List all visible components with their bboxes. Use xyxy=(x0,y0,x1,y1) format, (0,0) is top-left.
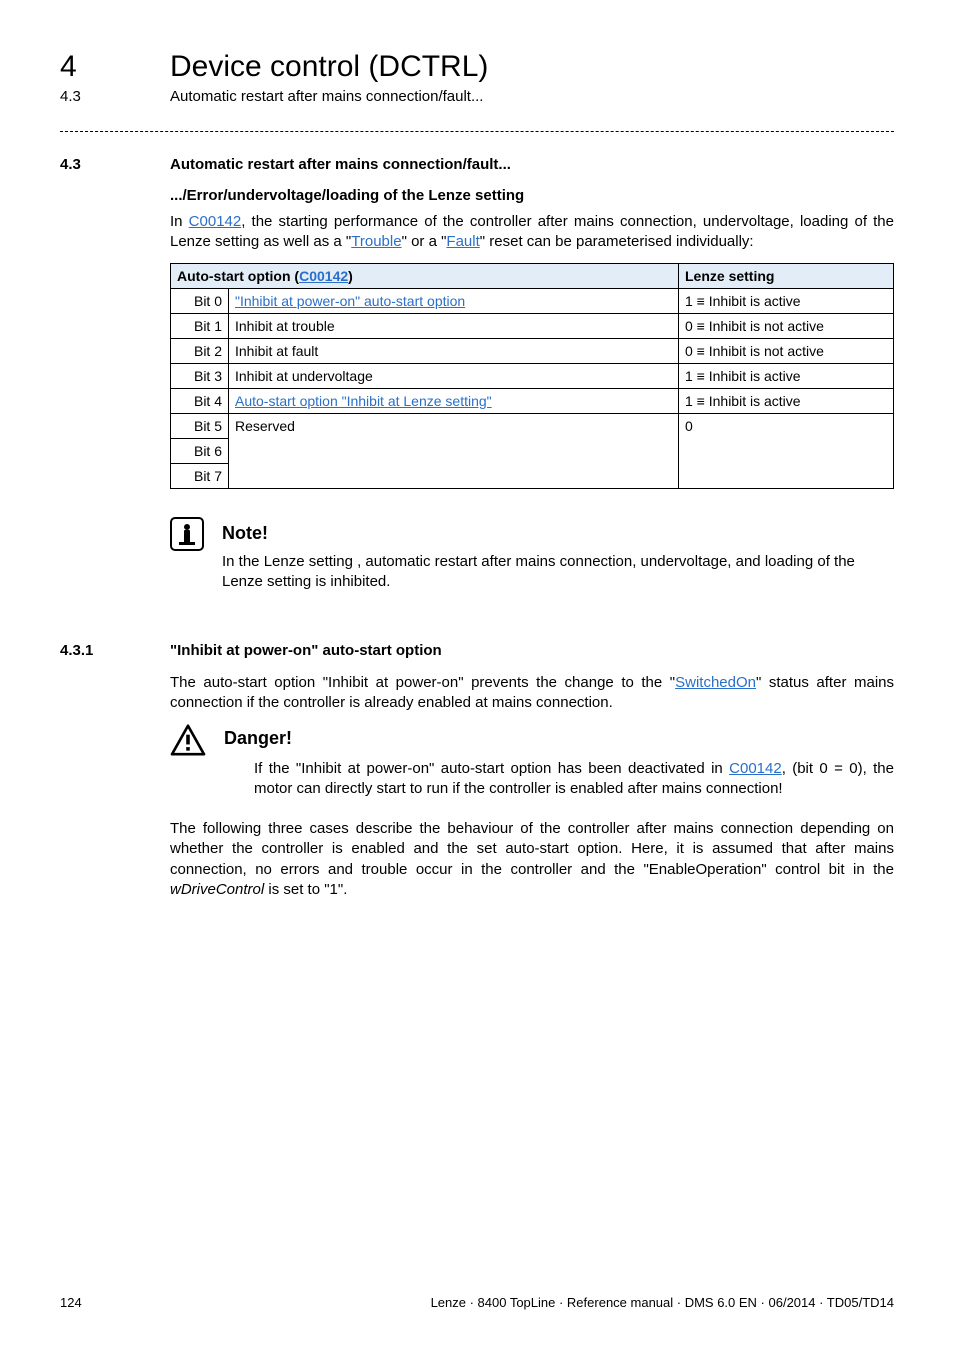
link-c00142-th[interactable]: C00142 xyxy=(299,268,348,284)
table-row: Bit 3 Inhibit at undervoltage 1 ≡ Inhibi… xyxy=(171,363,894,388)
link-inhibit-lenze[interactable]: Auto-start option "Inhibit at Lenze sett… xyxy=(235,393,492,409)
table-row: Bit 4 Auto-start option "Inhibit at Lenz… xyxy=(171,388,894,413)
chapter-title: Device control (DCTRL) xyxy=(170,50,488,84)
table-row: Bit 1 Inhibit at trouble 0 ≡ Inhibit is … xyxy=(171,313,894,338)
intro-paragraph: In C00142, the starting performance of t… xyxy=(170,212,894,253)
divider xyxy=(60,131,894,132)
link-inhibit-poweron[interactable]: "Inhibit at power-on" auto-start option xyxy=(235,293,465,309)
heading-number-43: 4.3 xyxy=(60,156,170,173)
heading-title-431: "Inhibit at power-on" auto-start option xyxy=(170,642,442,659)
link-c00142[interactable]: C00142 xyxy=(189,213,242,230)
link-trouble[interactable]: Trouble xyxy=(351,233,401,250)
heading-number-431: 4.3.1 xyxy=(60,642,170,659)
link-c00142-danger[interactable]: C00142 xyxy=(729,760,782,777)
para-431: The auto-start option "Inhibit at power-… xyxy=(170,673,894,714)
footer-meta: Lenze · 8400 TopLine · Reference manual … xyxy=(431,1295,894,1310)
auto-start-table: Auto-start option (C00142) Lenze setting… xyxy=(170,263,894,489)
chapter-number: 4 xyxy=(60,50,170,84)
section-title: Automatic restart after mains connection… xyxy=(170,88,483,105)
warning-icon xyxy=(170,724,206,756)
link-switchedon[interactable]: SwitchedOn xyxy=(675,674,756,691)
danger-text: If the "Inhibit at power-on" auto-start … xyxy=(254,759,894,800)
section-number: 4.3 xyxy=(60,88,170,105)
table-row: Bit 5 Reserved 0 xyxy=(171,413,894,438)
th-lenze: Lenze setting xyxy=(679,263,894,288)
table-row: Bit 0 "Inhibit at power-on" auto-start o… xyxy=(171,288,894,313)
danger-block: Danger! If the "Inhibit at power-on" aut… xyxy=(170,724,894,800)
note-text: In the Lenze setting , automatic restart… xyxy=(222,552,888,593)
table-row: Bit 2 Inhibit at fault 0 ≡ Inhibit is no… xyxy=(171,338,894,363)
link-fault[interactable]: Fault xyxy=(446,233,479,250)
th-auto-start: Auto-start option (C00142) xyxy=(171,263,679,288)
closing-paragraph: The following three cases describe the b… xyxy=(170,819,894,900)
heading-title-43: Automatic restart after mains connection… xyxy=(170,156,511,173)
danger-title: Danger! xyxy=(224,728,894,749)
note-title: Note! xyxy=(222,523,888,544)
page-number: 124 xyxy=(60,1295,82,1310)
info-icon xyxy=(170,517,204,551)
sub-heading: .../Error/undervoltage/loading of the Le… xyxy=(170,187,894,204)
note-block: Note! In the Lenze setting , automatic r… xyxy=(170,517,894,593)
